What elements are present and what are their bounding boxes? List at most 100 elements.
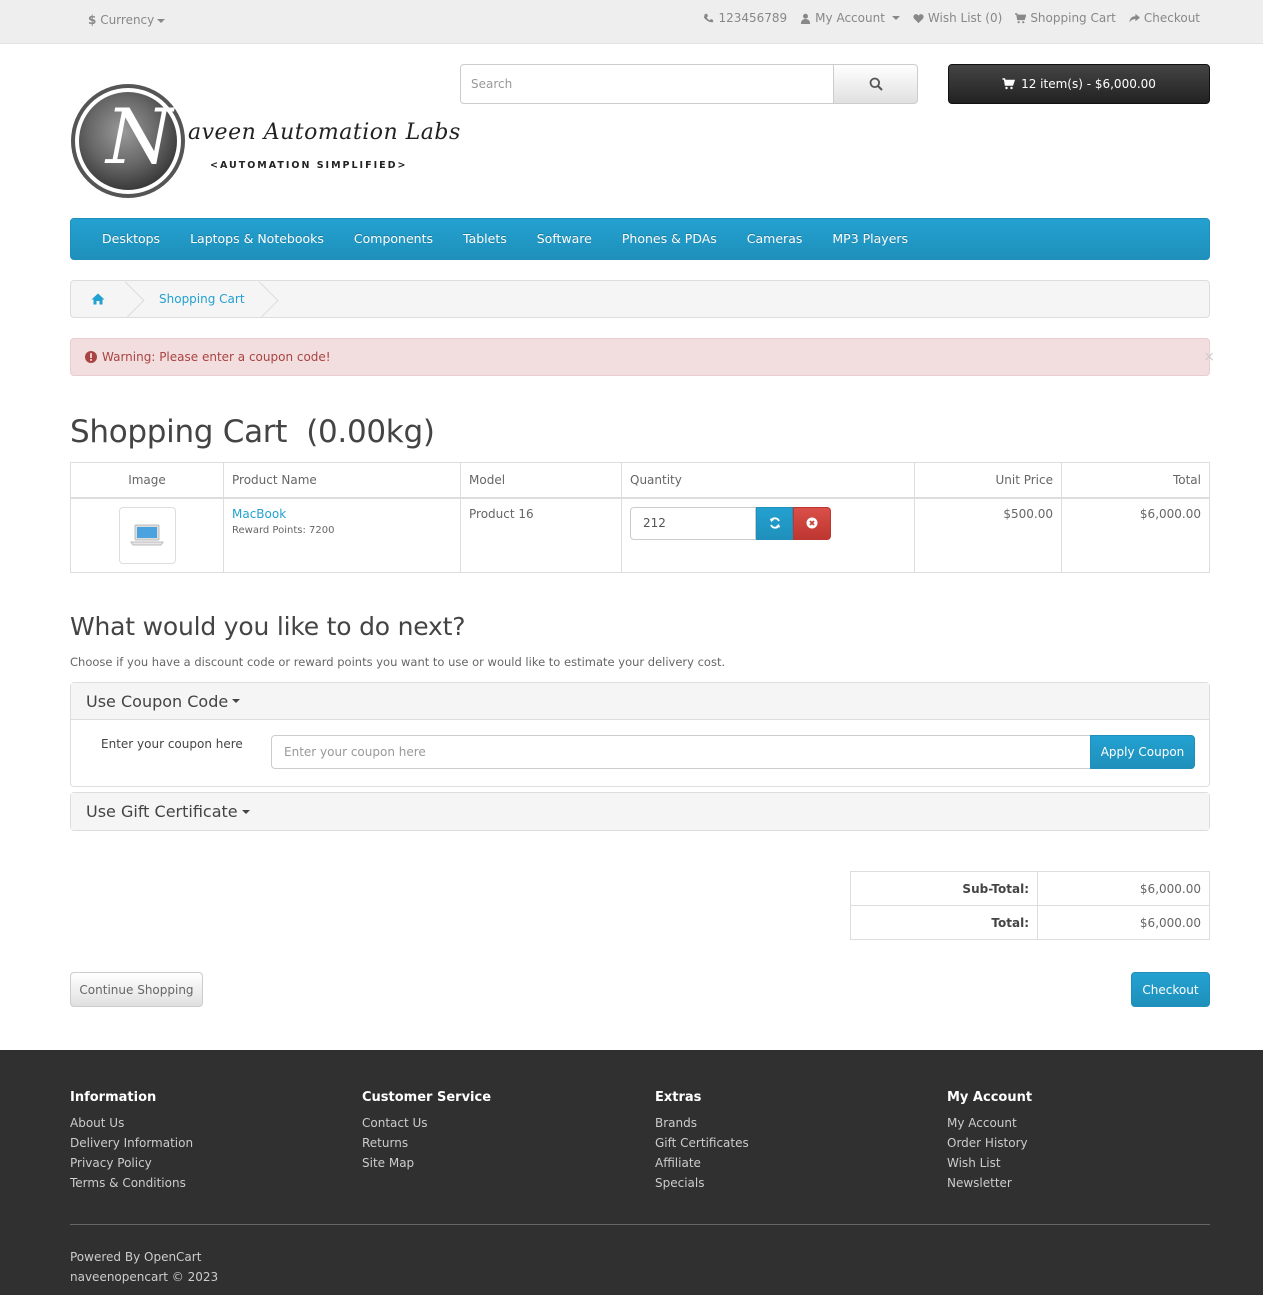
logo-letter: N <box>106 92 173 181</box>
menu-item-components[interactable]: Components <box>339 219 448 259</box>
refresh-icon <box>769 517 780 529</box>
product-link[interactable]: MacBook <box>232 507 286 521</box>
footer-link[interactable]: Wish List <box>947 1153 1032 1173</box>
gift-certificate-panel: Use Gift Certificate <box>70 792 1210 831</box>
checkout-link[interactable]: Checkout <box>1129 11 1200 25</box>
footer-link[interactable]: My Account <box>947 1113 1032 1133</box>
footer: Information About Us Delivery Informatio… <box>0 1050 1263 1295</box>
top-links: 123456789 My Account Wish List (0) Shopp… <box>703 11 1200 25</box>
footer-link[interactable]: Newsletter <box>947 1173 1032 1193</box>
menu-item-software[interactable]: Software <box>522 219 607 259</box>
model-cell: Product 16 <box>460 497 622 573</box>
footer-link[interactable]: About Us <box>70 1113 193 1133</box>
coupon-panel: Use Coupon Code Enter your coupon here A… <box>70 682 1210 787</box>
checkout-button[interactable]: Checkout <box>1131 972 1210 1007</box>
logo-text: aveen Automation Labs <box>188 120 461 145</box>
times-circle-icon <box>806 517 818 529</box>
wish-list-label: Wish List (0) <box>927 11 1003 25</box>
subtotal-value: $6,000.00 <box>1037 871 1210 906</box>
footer-powered: Powered By OpenCart naveenopencart © 202… <box>70 1247 218 1287</box>
phone-link[interactable]: 123456789 <box>703 11 787 25</box>
quantity-cell <box>621 497 915 573</box>
menu-item-mp3[interactable]: MP3 Players <box>817 219 923 259</box>
heart-icon <box>913 13 924 23</box>
breadcrumb-home[interactable] <box>71 281 133 317</box>
unit-price-cell: $500.00 <box>914 497 1062 573</box>
my-account-label: My Account <box>815 11 885 25</box>
menu-item-desktops[interactable]: Desktops <box>87 219 175 259</box>
footer-link[interactable]: Terms & Conditions <box>70 1173 193 1193</box>
main-menu: Desktops Laptops & Notebooks Components … <box>70 218 1210 260</box>
gift-panel-toggle[interactable]: Use Gift Certificate <box>71 793 1209 830</box>
footer-link[interactable]: Order History <box>947 1133 1032 1153</box>
my-account-dropdown[interactable]: My Account <box>800 11 900 25</box>
search-icon <box>869 77 883 91</box>
menu-item-laptops[interactable]: Laptops & Notebooks <box>175 219 339 259</box>
col-quantity: Quantity <box>621 462 915 499</box>
update-button[interactable] <box>756 506 793 540</box>
powered-prefix: Powered By <box>70 1250 141 1264</box>
logo-tagline: <AUTOMATION SIMPLIFIED> <box>210 160 408 171</box>
footer-link[interactable]: Affiliate <box>655 1153 749 1173</box>
footer-link[interactable]: Brands <box>655 1113 749 1133</box>
total-cell: $6,000.00 <box>1061 497 1210 573</box>
footer-link[interactable]: Delivery Information <box>70 1133 193 1153</box>
share-icon <box>1129 13 1140 23</box>
footer-divider <box>70 1224 1210 1225</box>
col-image: Image <box>70 462 224 499</box>
footer-link[interactable]: Contact Us <box>362 1113 491 1133</box>
apply-coupon-button[interactable]: Apply Coupon <box>1090 735 1195 769</box>
footer-col-my-account: My Account My Account Order History Wish… <box>947 1090 1032 1193</box>
coupon-panel-title: Use Coupon Code <box>86 691 229 711</box>
table-row: Total: $6,000.00 <box>850 905 1210 940</box>
table-row: MacBook Reward Points: 7200 Product 16 $… <box>70 497 1210 573</box>
checkout-label: Checkout <box>1143 11 1200 25</box>
currency-dropdown[interactable]: $ Currency <box>88 13 166 27</box>
coupon-panel-toggle[interactable]: Use Coupon Code <box>71 683 1209 720</box>
alert-close-button[interactable]: × <box>1203 349 1215 365</box>
site-logo[interactable]: N aveen Automation Labs <AUTOMATION SIMP… <box>70 82 460 200</box>
subtotal-label: Sub-Total: <box>850 871 1038 906</box>
totals-table: Sub-Total: $6,000.00 Total: $6,000.00 <box>850 871 1210 940</box>
opencart-link[interactable]: OpenCart <box>144 1250 201 1264</box>
breadcrumb-link[interactable]: Shopping Cart <box>159 292 245 306</box>
menu-item-phones[interactable]: Phones & PDAs <box>607 219 732 259</box>
shopping-cart-link[interactable]: Shopping Cart <box>1015 11 1116 25</box>
product-name-cell: MacBook Reward Points: 7200 <box>223 497 461 573</box>
chevron-down-icon <box>891 16 900 20</box>
shopping-cart-label: Shopping Cart <box>1030 11 1116 25</box>
breadcrumb-item-shopping-cart[interactable]: Shopping Cart <box>133 281 267 317</box>
quantity-input[interactable] <box>630 506 756 540</box>
menu-item-cameras[interactable]: Cameras <box>732 219 818 259</box>
total-value: $6,000.00 <box>1037 905 1210 940</box>
caret-down-icon <box>232 699 241 703</box>
gift-panel-title: Use Gift Certificate <box>86 802 238 821</box>
footer-link[interactable]: Returns <box>362 1133 491 1153</box>
col-unit-price: Unit Price <box>914 462 1062 499</box>
currency-symbol: $ <box>88 13 97 27</box>
breadcrumb: Shopping Cart <box>70 280 1210 318</box>
remove-button[interactable] <box>793 506 831 540</box>
header-cart-button[interactable]: 12 item(s) - $6,000.00 <box>948 64 1210 104</box>
footer-link[interactable]: Gift Certificates <box>655 1133 749 1153</box>
search-group <box>460 64 918 104</box>
footer-link[interactable]: Site Map <box>362 1153 491 1173</box>
footer-link[interactable]: Privacy Policy <box>70 1153 193 1173</box>
footer-col-customer-service: Customer Service Contact Us Returns Site… <box>362 1090 491 1173</box>
search-input[interactable] <box>460 64 834 104</box>
continue-shopping-button[interactable]: Continue Shopping <box>70 972 203 1007</box>
coupon-panel-body: Enter your coupon here Apply Coupon <box>71 720 1209 786</box>
product-thumbnail[interactable] <box>118 506 176 564</box>
user-icon <box>801 13 811 24</box>
wish-list-link[interactable]: Wish List (0) <box>913 11 1002 25</box>
cart-summary: 12 item(s) - $6,000.00 <box>1021 77 1156 91</box>
menu-item-tablets[interactable]: Tablets <box>448 219 522 259</box>
reward-points: Reward Points: 7200 <box>232 524 335 536</box>
total-label: Total: <box>850 905 1038 940</box>
search-button[interactable] <box>834 64 918 104</box>
cart-table-header: Image Product Name Model Quantity Unit P… <box>70 462 1210 499</box>
footer-link[interactable]: Specials <box>655 1173 749 1193</box>
chevron-down-icon <box>157 18 166 23</box>
coupon-input[interactable] <box>271 735 1091 769</box>
footer-heading: Extras <box>655 1090 702 1105</box>
